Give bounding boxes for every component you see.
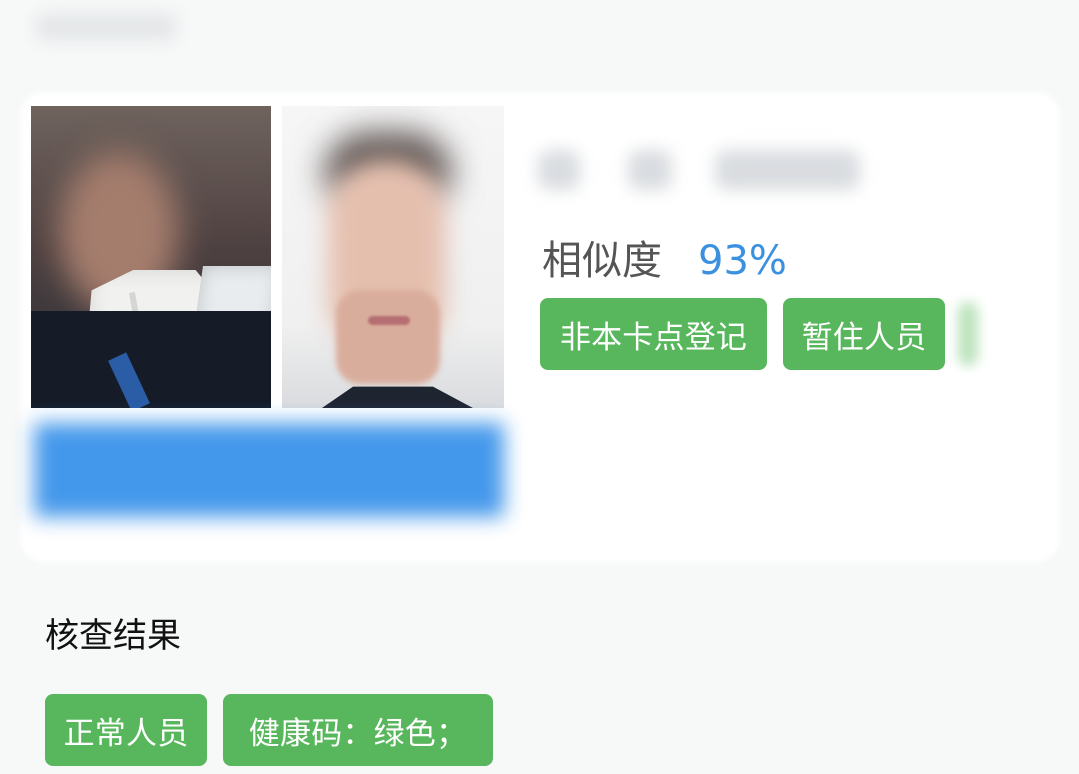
registry-shirt [321,386,473,408]
temporary-resident-tag[interactable]: 暂住人员 [783,298,945,370]
blurred-info-label-2 [628,150,672,190]
normal-person-tag[interactable]: 正常人员 [45,694,207,766]
similarity-value: 93% [698,238,787,284]
registry-photo [282,106,504,408]
verification-result-title: 核查结果 [45,616,181,656]
registry-mouth [368,316,410,325]
capture-shirt [31,311,271,408]
blurred-info-label-3 [715,150,860,190]
health-code-tag[interactable]: 健康码：绿色； [223,694,493,766]
bottom-tag-row: 正常人员 健康码：绿色； [45,694,493,766]
blurred-header-text [36,14,176,40]
similarity-row: 相似度 93% [542,228,787,286]
top-tag-row: 非本卡点登记 暂住人员 [540,298,945,370]
similarity-label: 相似度 [542,238,662,284]
blurred-blue-banner [34,423,504,517]
blurred-info-label-1 [538,150,580,190]
capture-photo [31,106,271,408]
non-local-registration-tag[interactable]: 非本卡点登记 [540,298,767,370]
green-edge-blur [958,302,978,366]
registry-neck [336,290,440,384]
